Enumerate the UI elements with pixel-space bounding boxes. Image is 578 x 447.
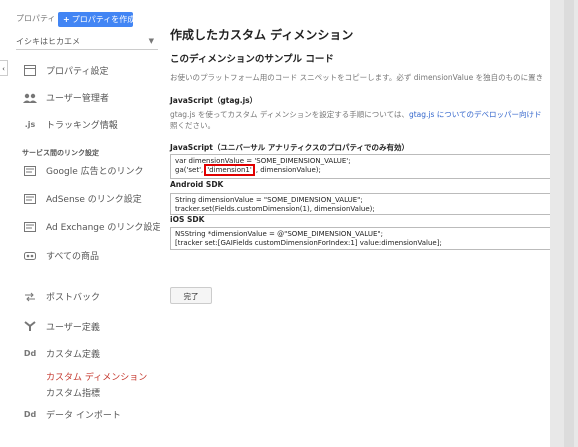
sidebar-item-label: トラッキング情報 bbox=[46, 121, 118, 131]
sidebar-subitem-custom-dimensions[interactable]: カスタム ディメンション bbox=[46, 370, 147, 383]
create-property-button[interactable]: + プロパティを作成 bbox=[58, 12, 136, 27]
section-header-links: サービス間のリンク設定 bbox=[22, 149, 99, 157]
sidebar-item-label: ユーザー管理者 bbox=[46, 94, 109, 104]
highlighted-dimension: 'dimension1' bbox=[204, 164, 255, 176]
gtag-description-text: gtag.js を使ってカスタム ディメンションを設定する手順については、 bbox=[170, 110, 409, 119]
user-defined-icon bbox=[22, 321, 38, 333]
code-text: , dimensionValue); bbox=[255, 166, 321, 174]
js-heading: JavaScript（ユニバーサル アナリティクスのプロパティでのみ有効） bbox=[170, 143, 410, 152]
code-text: ga('set', bbox=[175, 166, 204, 174]
property-select-value: イシキはヒカエメ bbox=[16, 37, 80, 46]
sidebar-item-ad-exchange[interactable]: Ad Exchange のリンク設定 bbox=[22, 220, 161, 233]
sidebar-item-label: すべての商品 bbox=[46, 252, 100, 262]
dd-icon: Dd bbox=[23, 410, 37, 419]
code-line: [tracker set:[GAIFields customDimensionF… bbox=[175, 239, 442, 247]
plus-icon: + bbox=[63, 15, 70, 24]
sidebar-item-data-import[interactable]: Dd データ インポート bbox=[22, 408, 121, 421]
ios-heading: iOS SDK bbox=[170, 215, 205, 224]
android-code-block[interactable]: String dimensionValue = "SOME_DIMENSION_… bbox=[170, 193, 550, 215]
create-property-label: プロパティを作成 bbox=[71, 15, 136, 24]
gtag-description: gtag.js を使ってカスタム ディメンションを設定する手順については、gta… bbox=[170, 109, 542, 120]
postback-icon bbox=[22, 291, 38, 303]
sidebar-item-google-ads[interactable]: Google 広告とのリンク bbox=[22, 164, 144, 177]
sidebar-item-label: プロパティ設定 bbox=[46, 67, 109, 77]
sidebar-subitem-custom-metrics[interactable]: カスタム指標 bbox=[46, 386, 100, 399]
sidebar-item-postback[interactable]: ポストバック bbox=[22, 290, 100, 303]
scrollbar[interactable] bbox=[564, 0, 574, 447]
sidebar-item-label: カスタム定義 bbox=[46, 350, 101, 360]
sidebar-item-label: データ インポート bbox=[46, 411, 121, 421]
done-button[interactable]: 完了 bbox=[170, 287, 212, 304]
description-text: お使いのプラットフォーム用のコード スニペットをコピーします。必ず dimens… bbox=[170, 73, 544, 82]
collapse-tab[interactable]: ‹ bbox=[0, 60, 8, 76]
js-code-block[interactable]: var dimensionValue = 'SOME_DIMENSION_VAL… bbox=[170, 154, 550, 179]
sidebar-item-label: AdSense のリンク設定 bbox=[46, 195, 142, 205]
android-heading: Android SDK bbox=[170, 180, 224, 189]
sidebar-item-custom-definitions[interactable]: Dd カスタム定義 bbox=[22, 347, 100, 360]
code-line: NSString *dimensionValue = @"SOME_DIMENS… bbox=[175, 230, 383, 238]
sidebar-item-label: Ad Exchange のリンク設定 bbox=[46, 223, 162, 233]
gtag-docs-link[interactable]: gtag.js についてのデベロッパー向けド bbox=[409, 110, 542, 119]
sidebar: プロパティ + プロパティを作成 イシキはヒカエメ ▼ ‹ プロパティ設定 ユーザー… bbox=[0, 0, 161, 447]
sidebar-item-label: ユーザー定義 bbox=[46, 323, 100, 333]
sidebar-item-all-products[interactable]: すべての商品 bbox=[22, 249, 99, 262]
page-title: 作成したカスタム ディメンション bbox=[170, 28, 354, 42]
ads-icon bbox=[22, 165, 38, 177]
section-title: このディメンションのサンプル コード bbox=[170, 54, 334, 65]
users-icon bbox=[22, 92, 38, 104]
code-line: tracker.set(Fields.customDimension(1), d… bbox=[175, 205, 375, 213]
sidebar-item-user-management[interactable]: ユーザー管理者 bbox=[22, 91, 109, 104]
gtag-heading: JavaScript（gtag.js） bbox=[170, 96, 258, 105]
ios-code-block[interactable]: NSString *dimensionValue = @"SOME_DIMENS… bbox=[170, 227, 550, 250]
sidebar-item-user-defined[interactable]: ユーザー定義 bbox=[22, 320, 100, 333]
dd-icon: Dd bbox=[23, 349, 37, 358]
all-products-icon bbox=[22, 250, 38, 262]
property-label: プロパティ bbox=[16, 14, 56, 23]
sidebar-item-property-settings[interactable]: プロパティ設定 bbox=[22, 64, 108, 77]
code-line: ga('set','dimension1', dimensionValue); bbox=[175, 164, 546, 176]
property-select[interactable]: イシキはヒカエメ ▼ bbox=[16, 36, 158, 50]
chevron-down-icon: ▼ bbox=[148, 37, 154, 45]
sidebar-item-tracking-info[interactable]: .js トラッキング情報 bbox=[22, 118, 118, 131]
code-line: String dimensionValue = "SOME_DIMENSION_… bbox=[175, 196, 363, 204]
main-panel bbox=[160, 0, 550, 447]
sidebar-item-label: ポストバック bbox=[46, 293, 101, 303]
js-icon: .js bbox=[24, 120, 36, 129]
property-settings-icon bbox=[22, 65, 38, 77]
gtag-description-suffix: 照ください。 bbox=[170, 121, 215, 130]
sidebar-item-label: Google 広告とのリンク bbox=[46, 167, 144, 177]
sidebar-item-adsense[interactable]: AdSense のリンク設定 bbox=[22, 192, 142, 205]
ad-exchange-icon bbox=[22, 221, 38, 233]
adsense-icon bbox=[22, 193, 38, 205]
